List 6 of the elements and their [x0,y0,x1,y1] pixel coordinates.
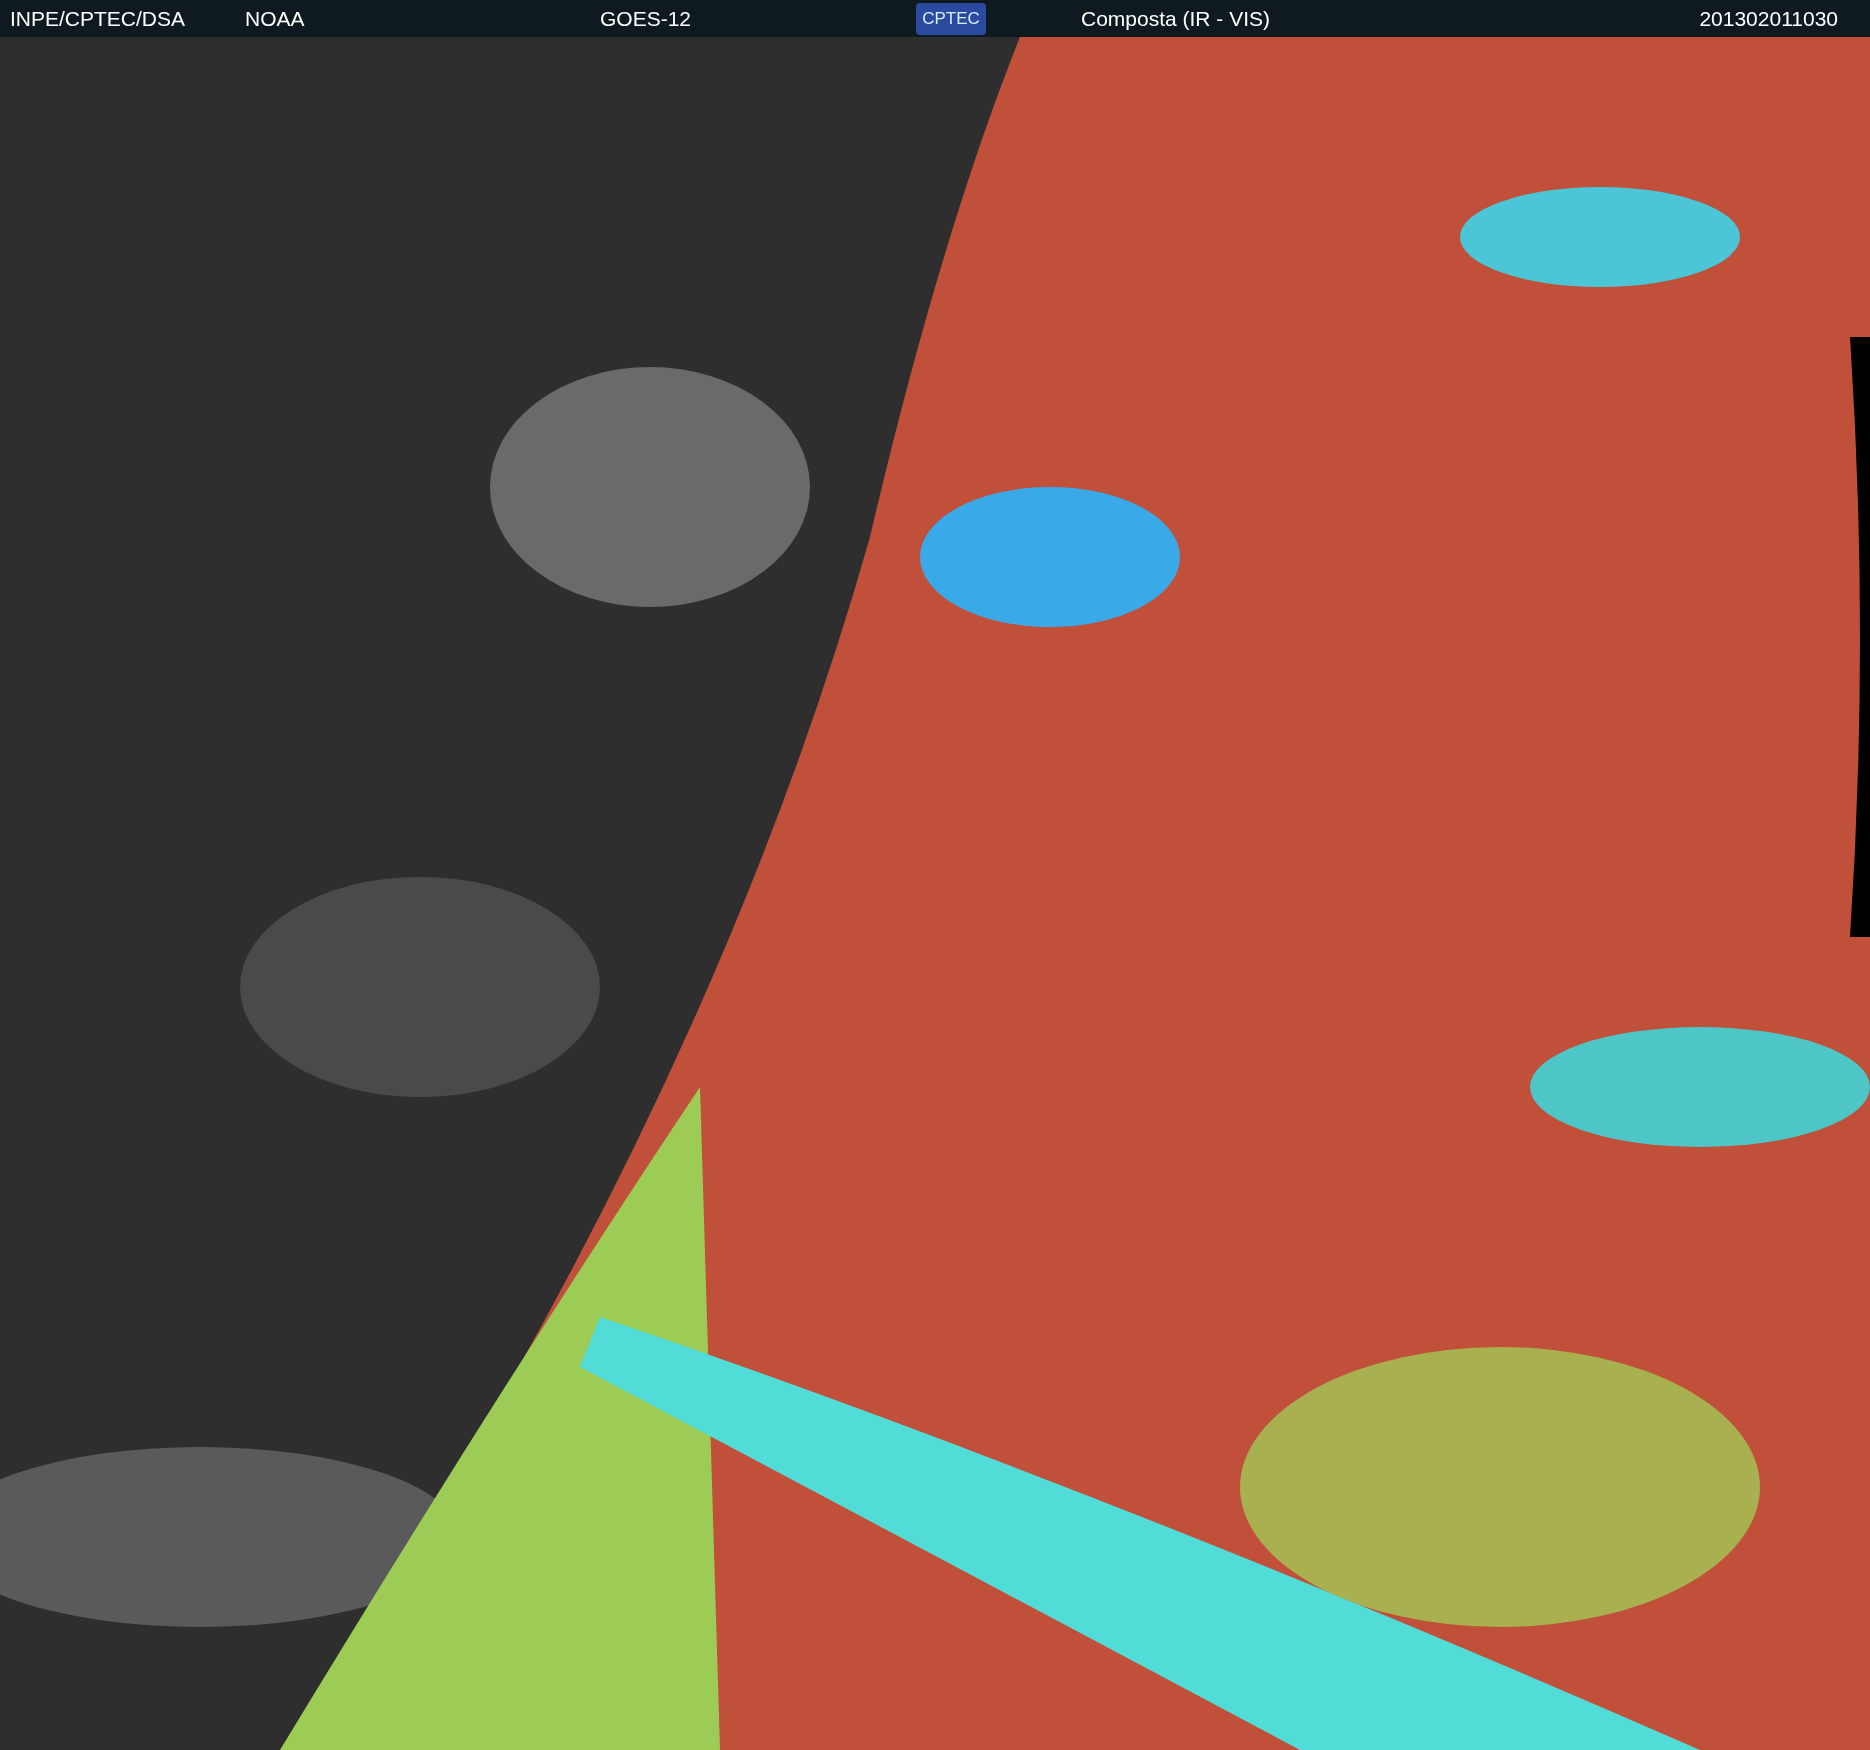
satellite-label: GOES-12 [600,5,693,32]
timestamp-label: 201302011030 [1699,5,1838,32]
agency-label: NOAA [245,5,306,32]
logo: CPTEC [916,2,986,35]
source-label: INPE/CPTEC/DSA [10,5,187,32]
product-label: Composta (IR - VIS) [1081,5,1272,32]
